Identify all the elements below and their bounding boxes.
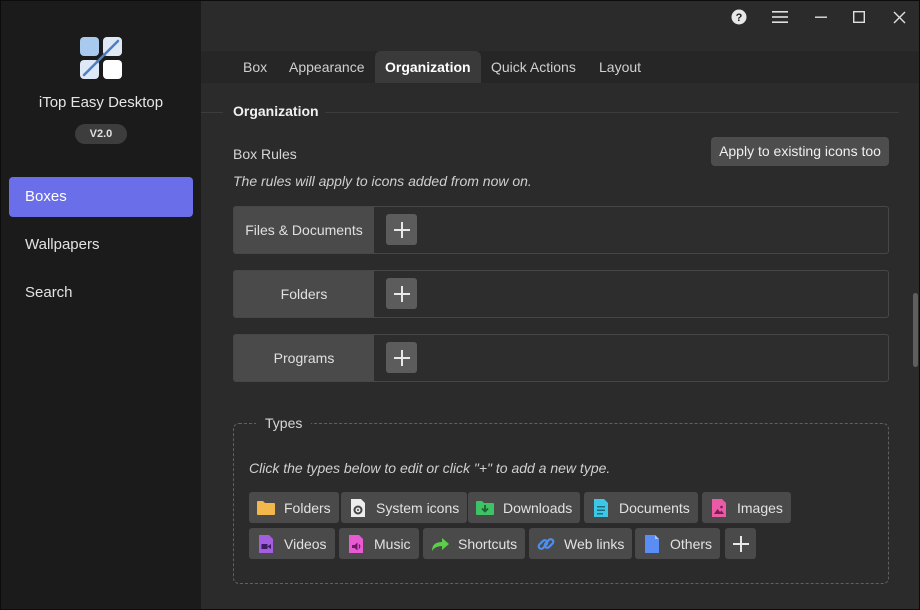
chip-label: Others <box>670 535 713 552</box>
chip-label: System icons <box>376 499 460 516</box>
type-chip-folders[interactable]: Folders <box>249 492 339 523</box>
tab-quick-actions[interactable]: Quick Actions <box>481 51 586 83</box>
add-rule-button[interactable] <box>386 342 417 373</box>
plus-icon <box>732 535 749 552</box>
video-icon <box>256 534 276 554</box>
tab-appearance[interactable]: Appearance <box>279 51 375 83</box>
chip-label: Videos <box>284 535 327 552</box>
image-icon <box>709 498 729 518</box>
add-rule-button[interactable] <box>386 214 417 245</box>
type-chip-downloads[interactable]: Downloads <box>468 492 581 523</box>
rule-name[interactable]: Folders <box>234 271 374 317</box>
chip-label: Images <box>737 499 783 516</box>
scrollbar-thumb[interactable] <box>913 293 918 367</box>
sidebar-item-search[interactable]: Search <box>9 273 193 313</box>
app-logo-icon <box>80 37 122 79</box>
chip-label: Web links <box>564 535 625 552</box>
type-chip-documents[interactable]: Documents <box>584 492 698 523</box>
scrollbar[interactable] <box>911 83 919 609</box>
chip-label: Music <box>374 535 411 552</box>
type-chip-shortcuts[interactable]: Shortcuts <box>423 528 526 559</box>
svg-text:?: ? <box>736 12 743 24</box>
chip-label: Folders <box>284 499 331 516</box>
box-rules-label: Box Rules <box>233 146 297 162</box>
divider <box>201 112 223 113</box>
version-badge: V2.0 <box>75 124 127 144</box>
plus-icon <box>393 285 410 302</box>
minimize-icon[interactable] <box>808 6 834 28</box>
app-window: iTop Easy Desktop V2.0 Boxes Wallpapers … <box>0 0 920 610</box>
types-group: Types Click the types below to edit or c… <box>233 415 889 584</box>
folder-icon <box>256 498 276 518</box>
add-rule-button[interactable] <box>386 278 417 309</box>
tab-organization[interactable]: Organization <box>375 51 481 83</box>
chip-label: Shortcuts <box>458 535 518 552</box>
type-chip-music[interactable]: Music <box>339 528 419 559</box>
link-icon <box>536 534 556 554</box>
rules-hint: The rules will apply to icons added from… <box>233 173 532 189</box>
rule-name[interactable]: Files & Documents <box>234 207 374 253</box>
type-chip-web-links[interactable]: Web links <box>529 528 633 559</box>
system-file-icon <box>348 498 368 518</box>
chip-label: Documents <box>619 499 690 516</box>
app-name: iTop Easy Desktop <box>38 94 164 111</box>
apply-existing-button[interactable]: Apply to existing icons too <box>711 137 889 166</box>
document-icon <box>591 498 611 518</box>
rule-name[interactable]: Programs <box>234 335 374 381</box>
sidebar-item-boxes[interactable]: Boxes <box>9 177 193 217</box>
chip-label: Downloads <box>503 499 573 516</box>
type-chip-images[interactable]: Images <box>702 492 791 523</box>
divider <box>325 112 899 113</box>
add-type-button[interactable] <box>725 528 756 559</box>
type-chip-others[interactable]: Others <box>635 528 721 559</box>
help-icon[interactable]: ? <box>726 6 752 28</box>
maximize-icon[interactable] <box>846 6 872 28</box>
types-legend: Types <box>256 415 312 431</box>
sidebar-item-wallpapers[interactable]: Wallpapers <box>9 225 193 265</box>
rule-row-programs: Programs <box>233 334 889 382</box>
plus-icon <box>393 221 410 238</box>
sidebar: iTop Easy Desktop V2.0 Boxes Wallpapers … <box>1 1 201 609</box>
rule-row-files-documents: Files & Documents <box>233 206 889 254</box>
downloads-folder-icon <box>475 498 495 518</box>
section-title: Organization <box>233 103 319 119</box>
type-chip-videos[interactable]: Videos <box>249 528 335 559</box>
other-file-icon <box>642 534 662 554</box>
types-hint: Click the types below to edit or click "… <box>249 460 611 476</box>
tab-box[interactable]: Box <box>233 51 277 83</box>
rule-row-folders: Folders <box>233 270 889 318</box>
organization-panel: Organization Box Rules Apply to existing… <box>201 83 909 609</box>
music-icon <box>346 534 366 554</box>
shortcut-icon <box>430 534 450 554</box>
close-icon[interactable] <box>886 6 912 28</box>
type-chip-system-icons[interactable]: System icons <box>341 492 468 523</box>
plus-icon <box>393 349 410 366</box>
menu-icon[interactable] <box>767 6 793 28</box>
tab-bar: Box Appearance Organization Quick Action… <box>201 51 919 83</box>
tab-layout[interactable]: Layout <box>589 51 651 83</box>
